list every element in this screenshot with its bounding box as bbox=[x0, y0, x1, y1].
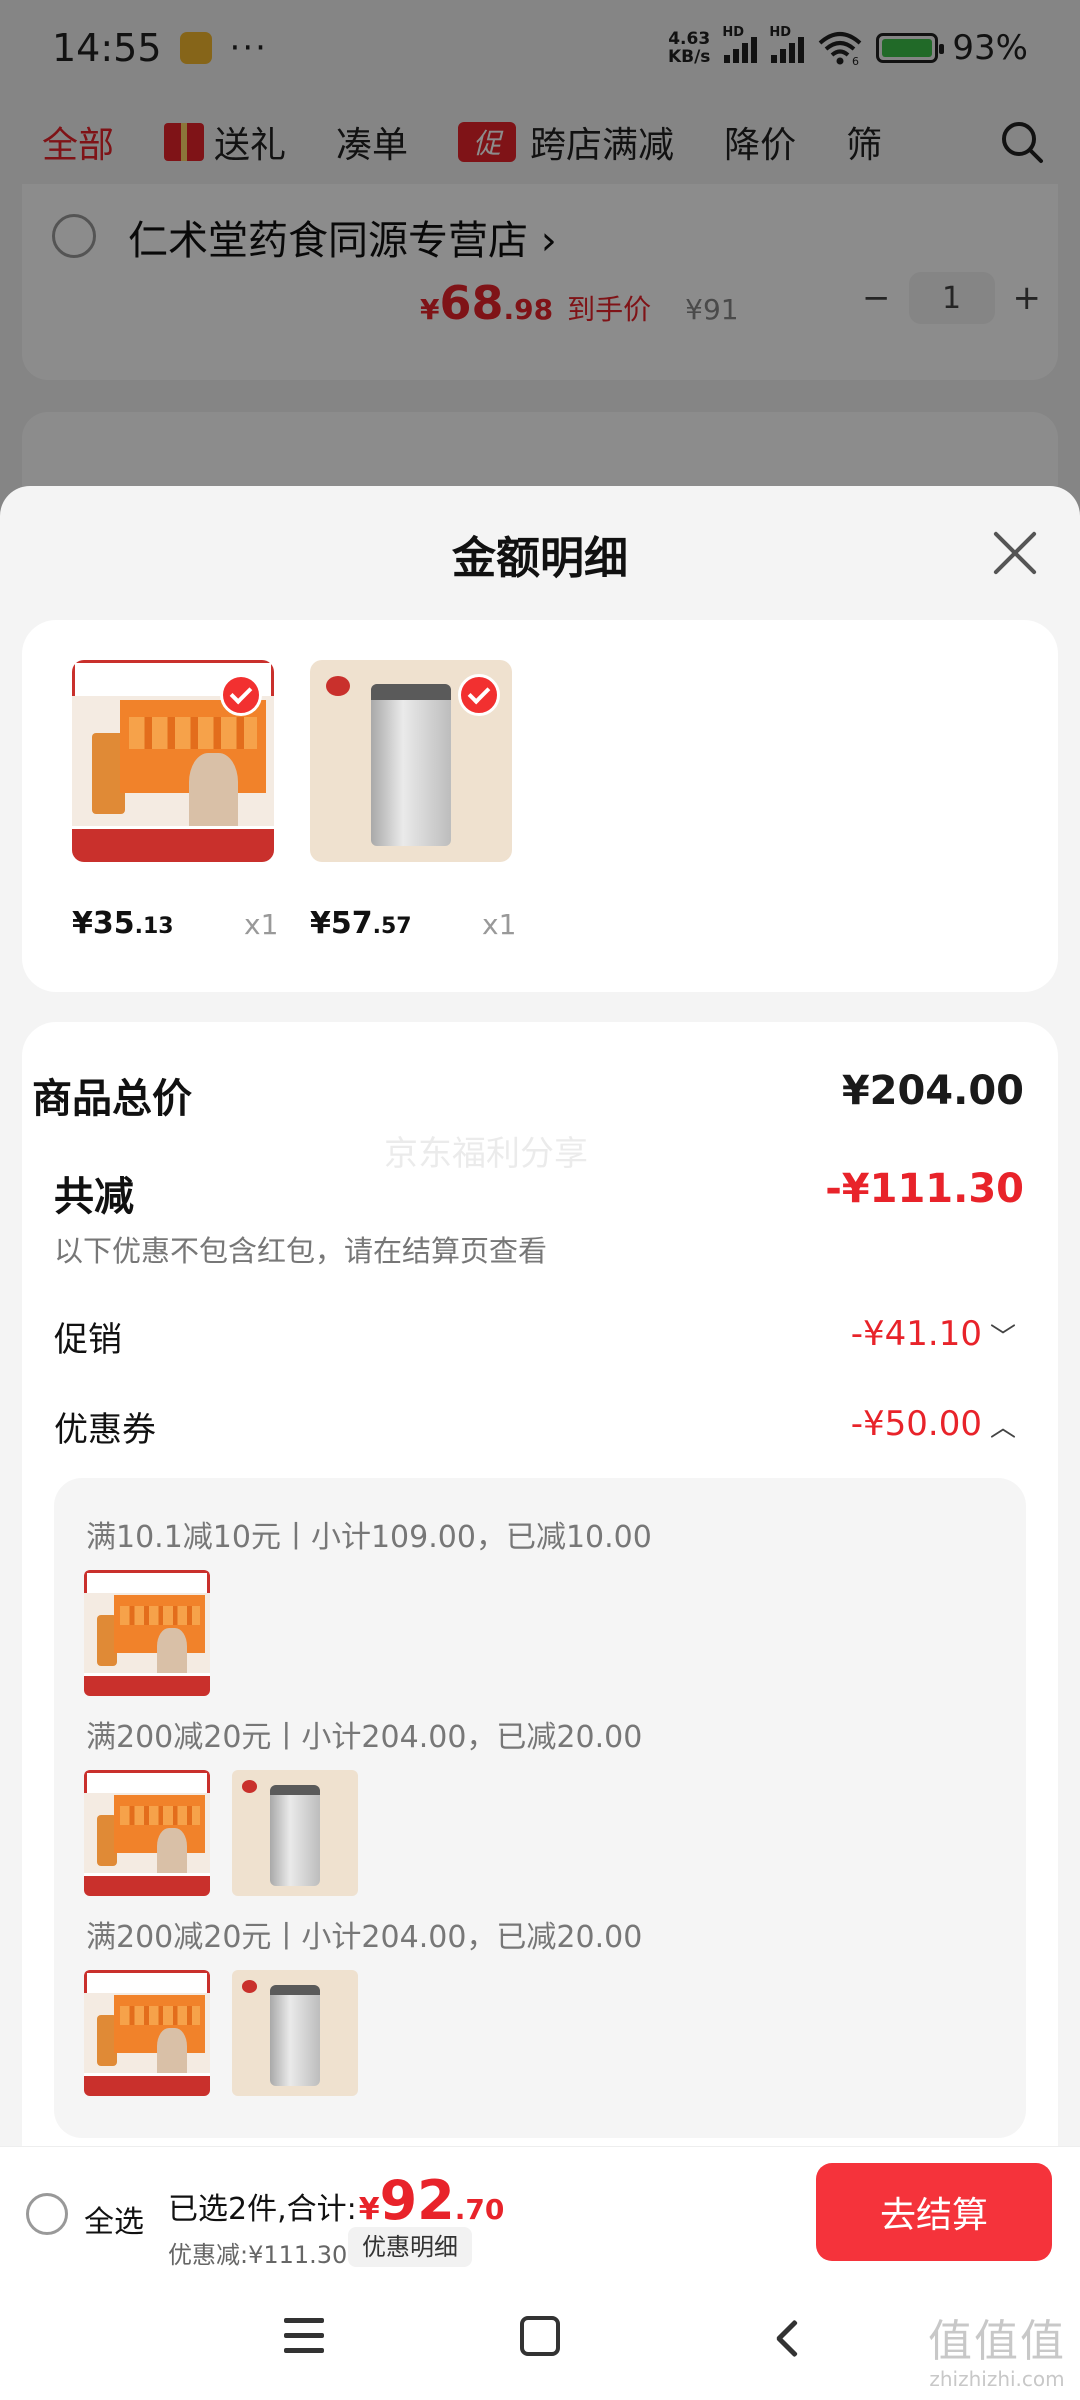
coupon-rule: 满200减20元丨小计204.00，已减20.00 bbox=[86, 1920, 643, 1955]
select-all-label[interactable]: 全选 bbox=[84, 2197, 144, 2241]
coupon-product-image bbox=[84, 1570, 210, 1696]
amount-detail-sheet: 金额明细 ¥35.13 x1 ¥57.57 x1 商品总价 ¥204.00 京东… bbox=[0, 486, 1080, 2400]
total-label: 商品总价 bbox=[32, 1076, 192, 1122]
checkout-button[interactable]: 去结算 bbox=[816, 2163, 1052, 2261]
product-price: ¥35.13 bbox=[72, 906, 174, 941]
product-image bbox=[72, 660, 274, 862]
reduce-label: 共减 bbox=[54, 1174, 134, 1220]
coupon-detail-list: 满10.1减10元丨小计109.00，已减10.00 满200减20元丨小计20… bbox=[54, 1478, 1026, 2138]
product-summary-card: ¥35.13 x1 ¥57.57 x1 bbox=[22, 620, 1058, 992]
coupon-rule: 满10.1减10元丨小计109.00，已减10.00 bbox=[86, 1520, 652, 1555]
back-icon[interactable] bbox=[764, 2318, 804, 2358]
checkout-bar: 全选 已选2件,合计: ¥ 92 .70 优惠减:¥111.30 优惠明细 去结… bbox=[0, 2146, 1080, 2276]
discount-note: 以下优惠不包含红包，请在结算页查看 bbox=[54, 1234, 548, 1268]
promo-value[interactable]: -¥41.10 ﹀ bbox=[851, 1314, 1016, 1354]
coupon-row[interactable]: 优惠券 bbox=[54, 1402, 156, 1451]
home-icon[interactable] bbox=[520, 2316, 560, 2356]
total-summary: 已选2件,合计: ¥ 92 .70 bbox=[168, 2169, 505, 2232]
menu-icon[interactable] bbox=[284, 2318, 324, 2354]
reduce-value: -¥111.30 bbox=[825, 1166, 1024, 1212]
discount-detail-button[interactable]: 优惠明细 bbox=[348, 2227, 472, 2267]
product-item[interactable]: ¥35.13 x1 bbox=[72, 660, 278, 941]
coupon-rule: 满200减20元丨小计204.00，已减20.00 bbox=[86, 1720, 643, 1755]
sheet-title: 金额明细 bbox=[452, 533, 628, 584]
total-value: ¥204.00 bbox=[841, 1068, 1024, 1114]
product-count: x1 bbox=[482, 908, 517, 941]
product-price: ¥57.57 bbox=[310, 906, 412, 941]
watermark-text: 京东福利分享 bbox=[384, 1134, 588, 1174]
select-all-radio[interactable] bbox=[26, 2193, 68, 2235]
coupon-product-image bbox=[232, 1770, 358, 1896]
chevron-down-icon: ﹀ bbox=[989, 1323, 1016, 1353]
chevron-up-icon: ︿ bbox=[989, 1413, 1016, 1443]
site-watermark: 值值值 zhizhizhi.com bbox=[928, 2316, 1066, 2391]
promo-row[interactable]: 促销 bbox=[54, 1312, 122, 1361]
coupon-value[interactable]: -¥50.00 ︿ bbox=[851, 1404, 1016, 1444]
selected-check-icon bbox=[458, 674, 500, 716]
system-nav-bar: 值值值 zhizhizhi.com bbox=[0, 2276, 1080, 2400]
product-item[interactable]: ¥57.57 x1 bbox=[310, 660, 516, 941]
selected-check-icon bbox=[220, 674, 262, 716]
coupon-product-image bbox=[84, 1970, 210, 2096]
coupon-product-image bbox=[232, 1970, 358, 2096]
close-icon[interactable] bbox=[992, 530, 1038, 576]
product-count: x1 bbox=[244, 908, 279, 941]
product-image bbox=[310, 660, 512, 862]
discount-summary: 优惠减:¥111.30 bbox=[168, 2241, 348, 2269]
coupon-product-image bbox=[84, 1770, 210, 1896]
